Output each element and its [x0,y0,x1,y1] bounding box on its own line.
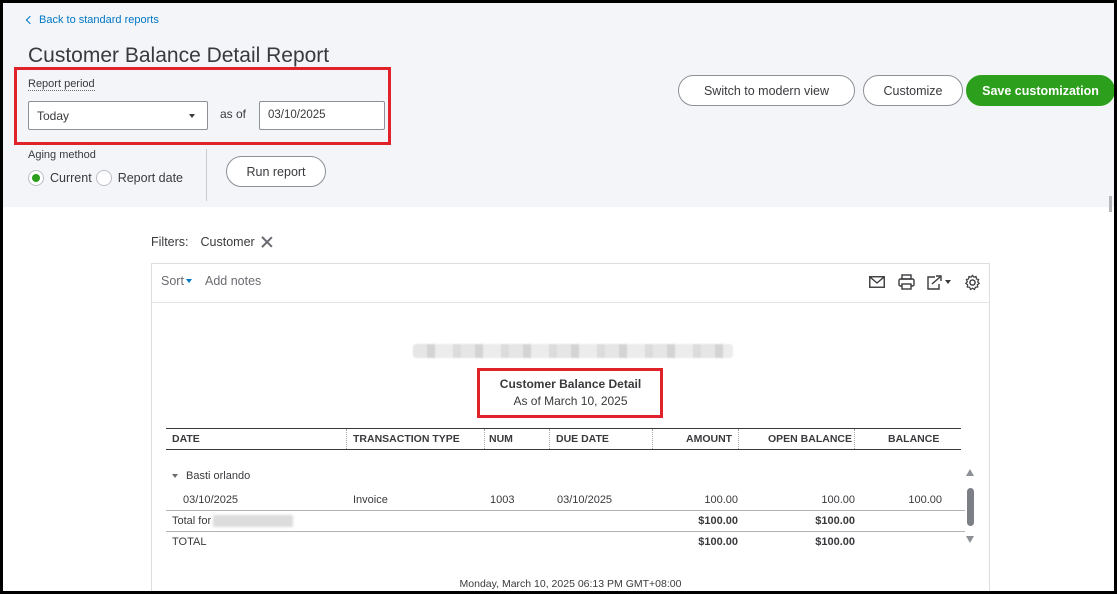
column-divider [854,429,855,449]
filters-label: Filters: [151,235,189,249]
report-table: DATE TRANSACTION TYPE NUM DUE DATE AMOUN… [166,428,965,548]
customer-group-toggle[interactable]: Basti orlando [172,470,250,482]
report-period-label: Report period [28,78,95,91]
report-toolbar: Sort Add notes [152,264,989,303]
scroll-up-arrow-icon[interactable] [966,469,974,476]
report-subtitle: As of March 10, 2025 [513,394,628,408]
report-title: Customer Balance Detail [499,377,642,391]
group-total-open-balance: $100.00 [815,515,855,527]
group-total-text: Total for [172,515,212,527]
customer-name-blurred [213,515,294,528]
column-divider [549,429,550,449]
run-report-button[interactable]: Run report [226,156,326,187]
column-header-transaction-type[interactable]: TRANSACTION TYPE [353,433,460,445]
scroll-thumb[interactable] [967,488,974,526]
back-to-standard-reports-link[interactable]: Back to standard reports [25,14,159,26]
column-header-date[interactable]: DATE [172,433,200,445]
column-divider [738,429,739,449]
customer-group-name: Basti orlando [186,470,251,482]
caret-down-icon [185,279,192,283]
column-divider [346,429,347,449]
sort-dropdown[interactable]: Sort [161,274,192,288]
page-title: Customer Balance Detail Report [28,44,330,67]
aging-current-label: Current [50,171,92,185]
row-divider [166,531,965,532]
row-num[interactable]: 1003 [490,494,514,506]
chevron-left-icon [25,15,35,25]
row-transaction-type[interactable]: Invoice [353,494,388,506]
column-header-amount[interactable]: AMOUNT [686,433,732,445]
column-divider [484,429,485,449]
aging-method-radio-group: Current Report date [28,170,187,186]
group-total-label: Total for [172,515,294,528]
aging-current-radio[interactable] [28,170,44,186]
column-header-open-balance[interactable]: OPEN BALANCE [768,433,852,445]
column-header-num[interactable]: NUM [489,433,513,445]
company-name-blurred [413,344,733,358]
export-icon[interactable] [926,273,952,291]
as-of-date-input[interactable]: 03/10/2025 [259,101,385,130]
close-icon[interactable] [261,236,273,248]
column-header-balance[interactable]: BALANCE [888,433,939,445]
table-scrollbar[interactable] [964,469,976,547]
caret-down-icon [189,114,195,118]
report-footer-timestamp: Monday, March 10, 2025 06:13 PM GMT+08:0… [459,578,682,590]
grand-total-open-balance: $100.00 [815,536,855,548]
table-header: DATE TRANSACTION TYPE NUM DUE DATE AMOUN… [166,428,961,450]
report-period-select[interactable]: Today [28,101,208,130]
as-of-label: as of [220,107,247,121]
scroll-down-arrow-icon[interactable] [966,536,974,543]
column-header-due-date[interactable]: DUE DATE [556,433,609,445]
edge-mark [1109,196,1112,212]
report-panel: Sort Add notes Customer Balance Detail A… [151,263,990,594]
switch-to-modern-view-button[interactable]: Switch to modern view [678,75,855,106]
grand-total-label: TOTAL [172,536,207,548]
column-divider [652,429,653,449]
report-actions [868,273,981,291]
filters-bar: Filters: Customer [151,235,273,249]
customize-button[interactable]: Customize [863,75,963,106]
save-customization-button[interactable]: Save customization [966,75,1115,106]
row-amount[interactable]: 100.00 [690,494,738,506]
grand-total-amount: $100.00 [698,536,738,548]
aging-report-date-label: Report date [117,171,184,185]
aging-report-date-radio[interactable] [95,170,112,186]
settings-icon[interactable] [963,273,981,291]
report-period-value: Today [37,109,70,123]
filter-chip-customer[interactable]: Customer [201,235,255,249]
email-icon[interactable] [868,273,886,291]
row-divider [166,510,965,511]
row-due-date[interactable]: 03/10/2025 [557,494,612,506]
sort-label: Sort [161,274,184,288]
aging-method-label: Aging method [28,149,96,161]
add-notes-link[interactable]: Add notes [205,274,261,288]
collapse-triangle-icon [172,474,178,478]
row-open-balance[interactable]: 100.00 [805,494,855,506]
group-total-amount: $100.00 [698,515,738,527]
print-icon[interactable] [897,273,915,291]
row-balance[interactable]: 100.00 [892,494,942,506]
row-date[interactable]: 03/10/2025 [183,494,238,506]
back-link-label: Back to standard reports [39,14,159,26]
settings-divider [206,149,207,201]
